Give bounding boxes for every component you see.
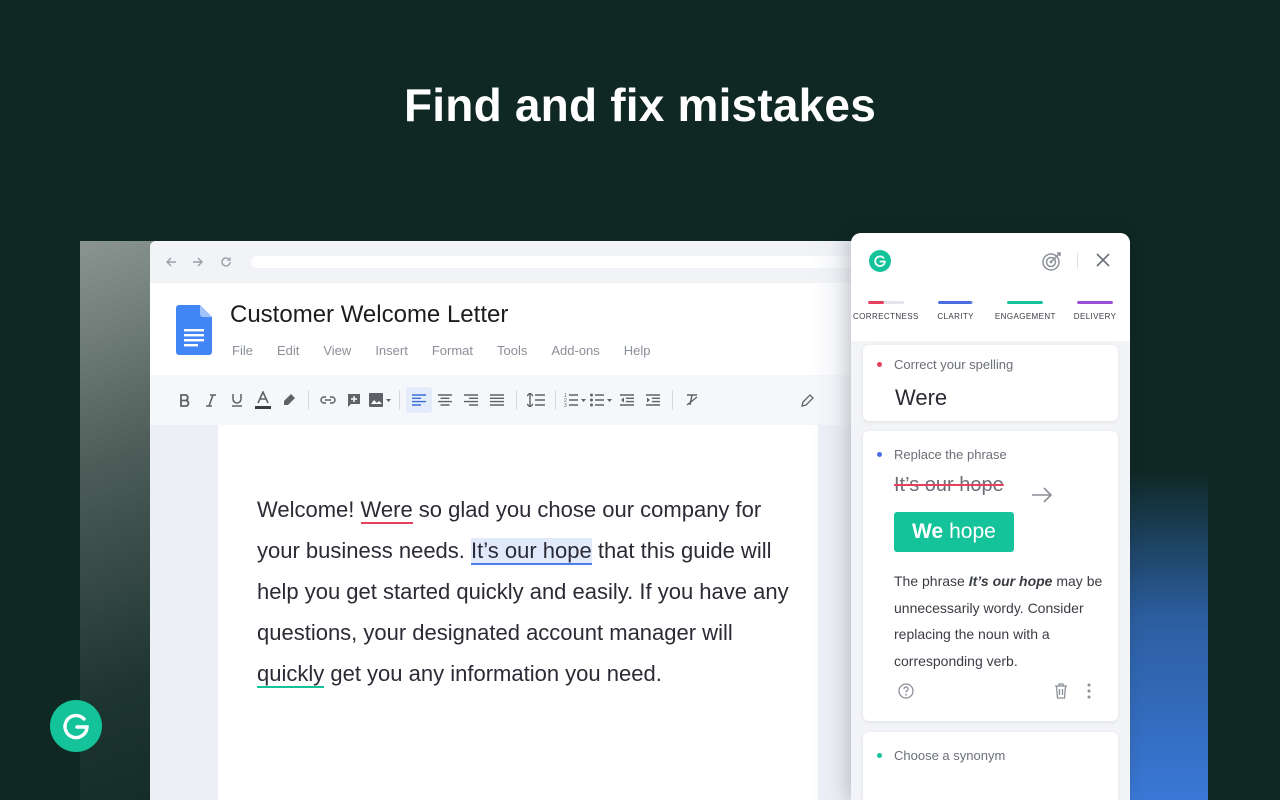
text-color-icon[interactable]: [250, 387, 276, 413]
category-label: ENGAGEMENT: [994, 312, 1056, 321]
menu-insert[interactable]: Insert: [375, 343, 408, 358]
category-delivery[interactable]: DELIVERY: [1060, 301, 1130, 321]
menu-format[interactable]: Format: [432, 343, 473, 358]
link-icon[interactable]: [315, 387, 341, 413]
status-dot: [877, 753, 882, 758]
status-dot: [877, 452, 882, 457]
align-right-icon[interactable]: [458, 387, 484, 413]
panel-header: CORRECTNESS CLARITY ENGAGEMENT DELIVERY: [851, 233, 1130, 341]
toolbar-divider: [516, 390, 517, 410]
score-categories: CORRECTNESS CLARITY ENGAGEMENT DELIVERY: [851, 301, 1130, 321]
browser-window: Customer Welcome Letter File Edit View I…: [150, 241, 870, 800]
category-label: DELIVERY: [1073, 312, 1117, 321]
help-icon[interactable]: [898, 683, 914, 704]
suggestion-explanation: The phrase It’s our hope may be unnecess…: [894, 568, 1106, 674]
clear-formatting-icon[interactable]: [679, 387, 705, 413]
comment-icon[interactable]: [341, 387, 367, 413]
card-heading: Replace the phrase: [894, 447, 1007, 462]
menu-edit[interactable]: Edit: [277, 343, 299, 358]
close-icon[interactable]: [1095, 252, 1111, 273]
underline-icon[interactable]: [224, 387, 250, 413]
menu-file[interactable]: File: [232, 343, 253, 358]
category-bar: [1077, 301, 1114, 304]
align-left-icon[interactable]: [406, 387, 432, 413]
explanation-emphasis: It’s our hope: [968, 573, 1053, 589]
category-bar: [937, 301, 974, 304]
suggestion-card-synonym[interactable]: Choose a synonym: [863, 732, 1118, 800]
bold-icon[interactable]: [172, 387, 198, 413]
card-heading: Choose a synonym: [894, 748, 1006, 763]
text-segment: get you any information you need.: [324, 661, 662, 686]
toolbar-divider: [672, 390, 673, 410]
image-icon[interactable]: [367, 387, 393, 413]
line-spacing-icon[interactable]: [523, 387, 549, 413]
align-center-icon[interactable]: [432, 387, 458, 413]
menu-tools[interactable]: Tools: [497, 343, 527, 358]
replacement-rest: hope: [949, 520, 996, 543]
goals-target-icon[interactable]: [1041, 250, 1063, 277]
increase-indent-icon[interactable]: [640, 387, 666, 413]
arrow-right-icon: [1031, 487, 1053, 508]
bulleted-list-icon[interactable]: [588, 387, 614, 413]
accept-suggestion-button[interactable]: We hope: [894, 512, 1014, 552]
category-correctness[interactable]: CORRECTNESS: [851, 301, 921, 321]
toolbar-divider: [308, 390, 309, 410]
clarity-highlight[interactable]: It’s our hope: [471, 538, 592, 565]
toolbar-divider: [555, 390, 556, 410]
formatting-toolbar: 123: [150, 375, 870, 425]
suggested-word[interactable]: Were: [895, 385, 947, 411]
dismiss-trash-icon[interactable]: [1054, 683, 1068, 704]
numbered-list-icon[interactable]: 123: [562, 387, 588, 413]
menu-view[interactable]: View: [323, 343, 351, 358]
menu-addons[interactable]: Add-ons: [551, 343, 599, 358]
reload-icon[interactable]: [219, 255, 233, 269]
card-heading: Correct your spelling: [894, 357, 1014, 372]
engagement-highlight[interactable]: quickly: [257, 661, 325, 688]
category-engagement[interactable]: ENGAGEMENT: [991, 301, 1061, 321]
google-docs-icon: [176, 305, 212, 360]
category-label: CLARITY: [937, 312, 974, 321]
replacement-bold: We: [912, 520, 944, 543]
forward-arrow-icon[interactable]: [192, 255, 206, 269]
toolbar-divider: [399, 390, 400, 410]
svg-text:3: 3: [564, 403, 567, 407]
grammarly-logo-icon: [869, 250, 891, 272]
suggestion-card-phrase[interactable]: Replace the phrase It’s our hope We hope …: [863, 431, 1118, 721]
highlight-icon[interactable]: [276, 387, 302, 413]
explanation-text: The phrase: [894, 573, 969, 589]
grammarly-panel: CORRECTNESS CLARITY ENGAGEMENT DELIVERY …: [851, 233, 1130, 800]
document-page[interactable]: Welcome! Were so glad you chose our comp…: [218, 425, 818, 800]
original-phrase: It’s our hope: [894, 474, 1004, 496]
document-canvas: Welcome! Were so glad you chose our comp…: [150, 425, 870, 800]
text-segment: Welcome!: [257, 497, 361, 522]
back-arrow-icon[interactable]: [164, 255, 178, 269]
suggestion-card-spelling[interactable]: Correct your spelling Were: [863, 345, 1118, 421]
category-bar: [1007, 301, 1044, 304]
category-bar: [867, 301, 904, 304]
italic-icon[interactable]: [198, 387, 224, 413]
status-dot: [877, 362, 882, 367]
page-headline: Find and fix mistakes: [404, 79, 876, 131]
more-options-icon[interactable]: [1087, 683, 1091, 704]
category-label: CORRECTNESS: [853, 312, 919, 321]
justify-icon[interactable]: [484, 387, 510, 413]
browser-toolbar: [150, 241, 870, 283]
decrease-indent-icon[interactable]: [614, 387, 640, 413]
category-clarity[interactable]: CLARITY: [921, 301, 991, 321]
url-bar[interactable]: [250, 256, 870, 268]
menu-help[interactable]: Help: [624, 343, 651, 358]
grammarly-logo-icon: [50, 700, 102, 752]
document-title[interactable]: Customer Welcome Letter: [230, 301, 508, 329]
spelling-error-highlight[interactable]: Were: [360, 497, 413, 524]
header-divider: [1077, 253, 1078, 269]
document-text[interactable]: Welcome! Were so glad you chose our comp…: [257, 489, 797, 694]
menu-bar: File Edit View Insert Format Tools Add-o…: [232, 343, 675, 358]
document-header: Customer Welcome Letter File Edit View I…: [150, 283, 870, 375]
